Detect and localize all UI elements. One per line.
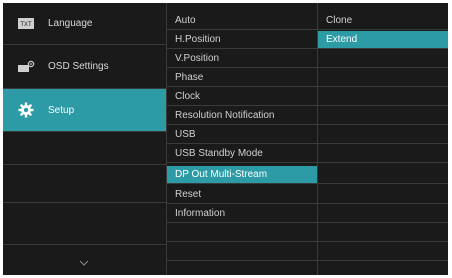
submenu-column: Auto H.Position V.Position Phase Clock R… — [167, 3, 318, 275]
submenu-item-information[interactable]: Information — [167, 205, 317, 223]
option-empty — [318, 224, 448, 242]
menu-item-label: OSD Settings — [48, 61, 109, 72]
menu-item-label: Setup — [48, 104, 75, 116]
osd-menu: TXT Language OSD Settings Setup Auto H.P… — [3, 3, 448, 275]
submenu-item-reset[interactable]: Reset — [167, 186, 317, 204]
submenu-item-v-position[interactable]: V.Position — [167, 50, 317, 68]
menu-item-label: Language — [48, 18, 93, 29]
option-empty — [318, 145, 448, 163]
main-menu-column: TXT Language OSD Settings Setup — [3, 3, 167, 275]
submenu-item-h-position[interactable]: H.Position — [167, 31, 317, 49]
submenu-item-clock[interactable]: Clock — [167, 88, 317, 106]
option-extend[interactable]: Extend — [318, 31, 448, 49]
svg-text:TXT: TXT — [20, 22, 32, 28]
submenu-item-phase[interactable]: Phase — [167, 69, 317, 87]
option-empty — [318, 69, 448, 87]
language-txt-icon: TXT — [17, 17, 35, 31]
option-empty — [318, 186, 448, 204]
menu-item-empty — [3, 132, 166, 165]
submenu-item-usb-standby-mode[interactable]: USB Standby Mode — [167, 145, 317, 163]
menu-item-empty — [3, 203, 166, 245]
submenu-item-usb[interactable]: USB — [167, 126, 317, 144]
menu-item-setup[interactable]: Setup — [3, 89, 166, 132]
osd-settings-icon — [17, 60, 35, 74]
option-empty — [318, 107, 448, 125]
option-empty — [318, 166, 448, 184]
submenu-item-resolution-notification[interactable]: Resolution Notification — [167, 107, 317, 125]
option-empty — [318, 126, 448, 144]
menu-item-language[interactable]: TXT Language — [3, 3, 166, 45]
option-clone[interactable]: Clone — [318, 12, 448, 30]
menu-item-osd-settings[interactable]: OSD Settings — [3, 45, 166, 89]
gear-icon — [17, 102, 35, 118]
submenu-item-empty — [167, 224, 317, 242]
submenu-item-auto[interactable]: Auto — [167, 12, 317, 30]
option-empty — [318, 88, 448, 106]
option-empty — [318, 50, 448, 68]
submenu-item-empty — [167, 243, 317, 261]
option-empty — [318, 243, 448, 261]
chevron-down-icon[interactable] — [79, 259, 89, 267]
submenu-item-dp-out-multi-stream[interactable]: DP Out Multi-Stream — [167, 166, 317, 184]
option-column: Clone Extend — [318, 3, 448, 275]
menu-item-empty — [3, 165, 166, 203]
option-empty — [318, 205, 448, 223]
